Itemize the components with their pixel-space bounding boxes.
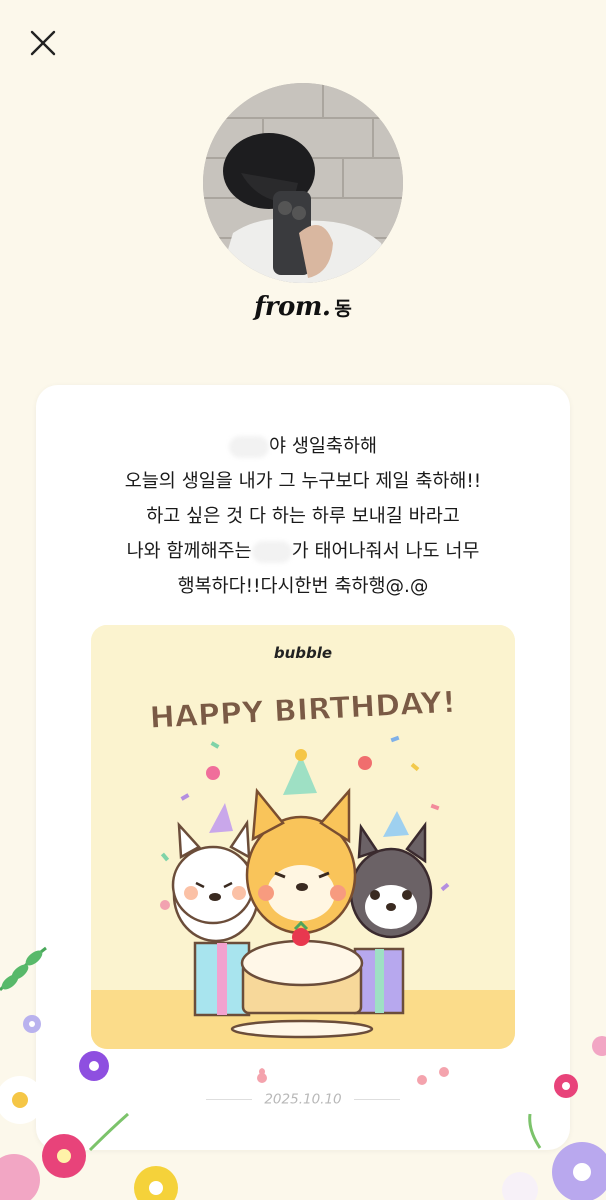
letter-date-row: 2025.10.10 <box>36 1089 570 1108</box>
close-icon <box>30 30 56 56</box>
letter-date: 2025.10.10 <box>264 1091 342 1108</box>
sender-name: 동 <box>334 298 352 320</box>
message-line-5: 행복하다!!다시한번 축하행@.@ <box>177 576 429 597</box>
letter-message: 야 생일축하해 오늘의 생일을 내가 그 누구보다 제일 축하해!! 하고 싶은… <box>36 429 570 604</box>
divider <box>206 1099 253 1100</box>
brand-label: bubble <box>274 644 332 662</box>
message-line-4a: 나와 함께해주는 <box>126 541 252 562</box>
from-prefix: from. <box>254 292 331 322</box>
message-line-2: 오늘의 생일을 내가 그 누구보다 제일 축하해!! <box>124 471 482 492</box>
message-line-3: 하고 싶은 것 다 하는 하루 보내길 바라고 <box>146 506 460 527</box>
sender-label: from. 동 <box>0 292 606 322</box>
birthday-gift-card[interactable]: bubble HAPPY BIRTHDAY! <box>91 625 515 1049</box>
close-button[interactable] <box>26 26 60 60</box>
message-line-4b: 가 태어나줘서 나도 너무 <box>291 541 480 562</box>
divider <box>353 1099 400 1100</box>
letter-card: 야 생일축하해 오늘의 생일을 내가 그 누구보다 제일 축하해!! 하고 싶은… <box>36 385 570 1150</box>
birthday-illustration: bubble HAPPY BIRTHDAY! <box>91 625 515 1049</box>
message-line-1: 야 생일축하해 <box>268 436 377 457</box>
sender-avatar[interactable] <box>203 83 403 283</box>
redacted-name <box>251 541 292 563</box>
redacted-name <box>228 436 269 458</box>
avatar-photo <box>203 83 403 283</box>
letter-screen: { "sender": { "prefix": "from.", "name":… <box>0 0 606 1200</box>
